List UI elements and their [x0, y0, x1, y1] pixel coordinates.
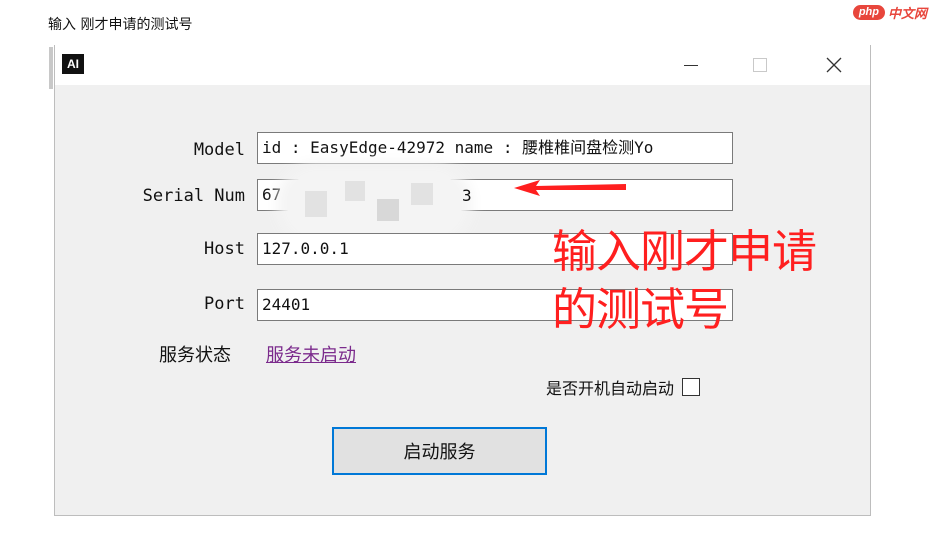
annotation-line-2: 的测试号: [552, 283, 729, 336]
autostart-option[interactable]: 是否开机自动启动: [546, 375, 701, 399]
minimize-button[interactable]: [668, 45, 714, 85]
port-label: Port: [204, 294, 245, 314]
minimize-icon: [684, 64, 698, 66]
serial-num-label: Serial Num: [142, 186, 245, 206]
left-edge-mark: [49, 47, 53, 89]
annotation-line-1: 输入刚才申请: [552, 225, 817, 278]
model-label: Model: [193, 140, 245, 160]
app-icon: AI: [62, 54, 84, 74]
watermark-text: 中文网: [887, 7, 927, 22]
close-icon: [826, 57, 842, 73]
start-service-button[interactable]: 启动服务: [332, 427, 547, 475]
model-field[interactable]: id : EasyEdge-42972 name : 腰椎椎间盘检测Yo: [257, 132, 733, 164]
maximize-button[interactable]: [737, 45, 783, 85]
annotation-text: 输入刚才申请 的测试号: [552, 223, 817, 339]
autostart-label: 是否开机自动启动: [546, 379, 675, 398]
serial-num-value: 67: [262, 185, 282, 204]
watermark-pill: php: [852, 5, 885, 20]
autostart-checkbox[interactable]: [682, 378, 701, 396]
redaction-blur: [287, 173, 462, 235]
service-status-label: 服务状态: [159, 345, 231, 366]
app-window: AI Model id : EasyEdge-42972 name : 腰椎椎间…: [54, 45, 871, 516]
annotation-arrow: [514, 180, 626, 196]
maximize-icon: [753, 58, 767, 72]
title-bar: AI: [55, 45, 870, 85]
serial-num-tail: 3: [462, 186, 472, 205]
php-cn-watermark: php 中文网: [852, 3, 927, 22]
service-status-link[interactable]: 服务未启动: [266, 341, 356, 367]
close-button[interactable]: [811, 45, 857, 85]
page-caption: 输入 刚才申请的测试号: [48, 17, 193, 33]
host-label: Host: [204, 239, 245, 259]
